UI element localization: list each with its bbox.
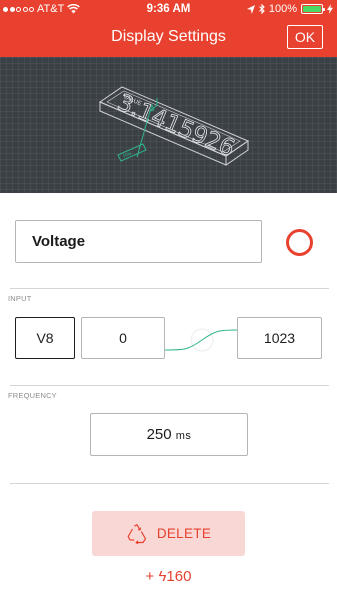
ok-button[interactable]: OK: [287, 25, 323, 49]
mapping-curve: [164, 329, 239, 351]
battery-icon: [301, 4, 325, 14]
location-arrow-icon: [246, 4, 255, 14]
recycle-icon: [127, 523, 147, 544]
widget-name-input[interactable]: Voltage: [15, 220, 262, 263]
divider: [10, 385, 329, 386]
status-bar: AT&T 9:36 AM 100%: [0, 0, 337, 20]
pin-chip: [117, 143, 147, 162]
frequency-value: 250: [146, 426, 172, 443]
color-picker-button[interactable]: [286, 229, 313, 256]
pin-selector[interactable]: V8: [15, 317, 75, 359]
delete-button[interactable]: DELETE: [92, 511, 245, 556]
battery-percent: 100%: [268, 3, 297, 15]
divider: [10, 288, 329, 289]
status-right: 100%: [246, 3, 333, 15]
widget-preview: VALUE 3.1415926 PIN: [0, 57, 337, 193]
battery-fill: [303, 6, 321, 12]
preview-value-text: 3.1415926: [114, 90, 239, 163]
frequency-section-label: FREQUENCY: [8, 391, 57, 400]
divider: [10, 483, 329, 484]
frequency-selector[interactable]: 250 ms: [90, 413, 248, 456]
input-section-label: INPUT: [8, 294, 32, 303]
bluetooth-icon: [258, 4, 265, 14]
charging-bolt-icon: [327, 4, 333, 14]
value-mapping-icon: [164, 328, 239, 352]
energy-cost: + ϟ160: [145, 568, 192, 585]
nav-bar: Display Settings OK: [0, 20, 337, 57]
max-value-input[interactable]: 1023: [237, 317, 322, 359]
min-value-input[interactable]: 0: [81, 317, 165, 359]
delete-label: DELETE: [156, 526, 212, 541]
widget-preview-illustration: VALUE 3.1415926 PIN: [98, 86, 250, 166]
frequency-unit: ms: [175, 430, 192, 442]
